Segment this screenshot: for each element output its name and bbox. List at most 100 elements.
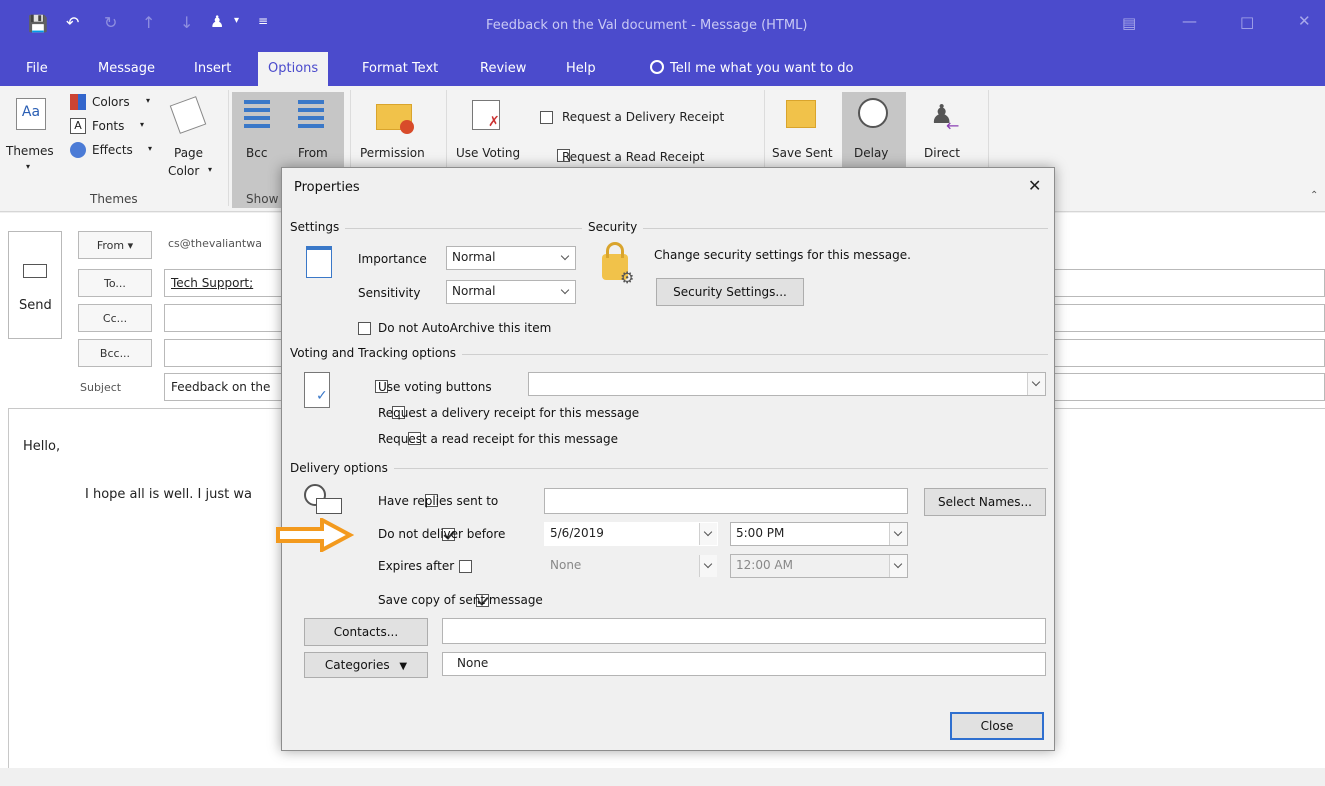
chevron-down-icon [557,281,575,303]
voting-buttons-select[interactable] [528,372,1046,396]
expires-after-checkbox[interactable] [458,560,472,573]
tab-help[interactable]: Help [566,61,596,76]
themes-icon: Aa [16,98,46,130]
page-color-button[interactable]: Page [174,146,203,160]
tab-file[interactable]: File [26,61,48,76]
undo-icon[interactable]: ↶ [66,15,79,31]
expires-date-value: None [550,558,582,572]
collapse-ribbon-icon[interactable]: ⌃ [1310,190,1318,201]
cc-button[interactable]: Cc... [78,304,152,332]
themes-dropdown-icon[interactable]: ▾ [26,162,30,171]
sensitivity-select[interactable]: Normal [446,280,576,304]
tell-me-label: Tell me what you want to do [670,61,854,76]
permission-block-icon [400,120,414,134]
deliver-time-select[interactable]: 5:00 PM [730,522,908,546]
expires-time-select[interactable]: 12:00 AM [730,554,908,578]
fonts-button[interactable]: Fonts [92,119,124,133]
security-heading: Security [588,220,644,234]
up-arrow-icon[interactable]: ↑ [142,15,155,31]
page-color-dropdown-icon: ▾ [208,165,213,174]
autoarchive-label[interactable]: Do not AutoArchive this item [378,321,551,335]
tab-options[interactable]: Options [258,52,329,86]
maximize-icon[interactable]: □ [1240,13,1254,31]
deliver-date-value: 5/6/2019 [550,526,604,540]
chevron-down-icon [557,247,575,269]
qat-dropdown-icon[interactable]: ▾ [234,16,239,26]
dialog-title: Properties [294,180,360,195]
dialog-close-icon[interactable]: ✕ [1028,176,1041,195]
have-replies-input[interactable] [544,488,908,514]
group-show-label: Show [246,192,279,206]
save-icon[interactable]: 💾 [28,16,48,32]
page-color-label-2[interactable]: Color [168,164,199,178]
request-delivery-receipt-checkbox[interactable] [540,111,553,124]
key-icon: ⚙ [620,268,635,287]
ribbon-display-icon[interactable]: ▤ [1122,14,1136,32]
chevron-down-icon [699,555,717,577]
settings-heading: Settings [290,220,346,234]
minimize-icon[interactable]: — [1182,12,1197,30]
expires-time-value: 12:00 AM [736,558,793,572]
effects-button[interactable]: Effects [92,143,133,157]
chevron-down-icon [889,555,907,577]
themes-button[interactable]: Themes [6,144,54,158]
tab-review[interactable]: Review [480,61,526,76]
tab-format-text[interactable]: Format Text [362,61,438,76]
settings-list-icon [306,246,332,278]
direct-arrow-icon: ← [946,116,960,135]
categories-button[interactable]: Categories ▼ [304,652,428,678]
contacts-input[interactable] [442,618,1046,644]
to-button[interactable]: To... [78,269,152,297]
delivery-rule [290,468,1048,469]
deliver-date-picker[interactable]: 5/6/2019 [544,522,718,546]
lightbulb-icon [650,60,664,74]
expires-date-picker[interactable]: None [544,554,718,578]
bcc-icon [244,100,270,130]
down-arrow-icon[interactable]: ↓ [180,15,193,31]
send-button[interactable]: Send [8,231,62,339]
use-voting-label[interactable]: Use voting buttons [378,380,492,394]
customize-qat-icon[interactable]: ≡ [258,15,268,27]
user-icon[interactable]: ♟ [210,14,224,30]
close-window-icon[interactable]: ✕ [1298,12,1311,30]
from-icon [298,100,324,130]
select-names-button[interactable]: Select Names... [924,488,1046,516]
highlight-arrow-icon [276,518,354,552]
colors-icon [70,94,86,110]
request-read-receipt-label[interactable]: Request a Read Receipt [562,150,705,164]
close-button[interactable]: Close [950,712,1044,740]
bcc-button[interactable]: Bcc [246,146,267,160]
delay-icon [858,98,888,128]
tab-insert[interactable]: Insert [194,61,231,76]
tab-message[interactable]: Message [98,61,155,76]
bcc-button-field[interactable]: Bcc... [78,339,152,367]
from-dropdown-button[interactable]: From ▾ [78,231,152,259]
do-not-deliver-label[interactable]: Do not deliver before [378,527,505,541]
from-button[interactable]: From [298,146,328,160]
request-delivery-receipt-label[interactable]: Request a Delivery Receipt [562,110,724,124]
categories-dropdown-icon: ▼ [399,661,408,672]
send-label: Send [19,298,52,313]
save-sent-button[interactable]: Save Sent [772,146,833,160]
delay-button[interactable]: Delay [854,146,888,160]
to-recipient[interactable]: Tech Support; [171,276,253,290]
use-voting-button[interactable]: Use Voting [456,146,520,160]
expires-after-label[interactable]: Expires after [378,559,454,573]
colors-button[interactable]: Colors [92,95,130,109]
have-replies-label[interactable]: Have replies sent to [378,494,498,508]
tell-me-search[interactable]: Tell me what you want to do [650,60,853,76]
chevron-down-icon [699,523,717,545]
importance-select[interactable]: Normal [446,246,576,270]
read-receipt-label[interactable]: Request a read receipt for this message [378,432,618,446]
autoarchive-checkbox[interactable] [358,322,371,335]
delivery-receipt-label[interactable]: Request a delivery receipt for this mess… [378,406,639,420]
direct-replies-button[interactable]: Direct [924,146,960,160]
permission-button[interactable]: Permission [360,146,425,160]
security-settings-button[interactable]: Security Settings... [656,278,804,306]
contacts-button[interactable]: Contacts... [304,618,428,646]
delivery-envelope-icon [316,498,342,514]
sensitivity-label: Sensitivity [358,286,421,300]
voting-check-icon: ✓ [316,388,328,404]
save-copy-label[interactable]: Save copy of sent message [378,593,543,607]
redo-icon[interactable]: ↻ [104,15,117,31]
